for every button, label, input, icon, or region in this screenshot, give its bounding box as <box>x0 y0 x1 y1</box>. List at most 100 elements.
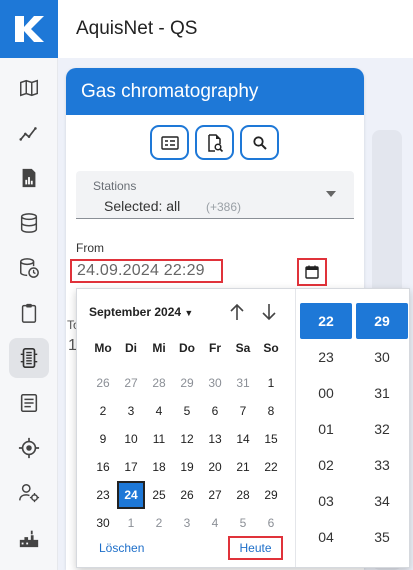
clear-button[interactable]: Löschen <box>99 541 144 555</box>
day-cell[interactable]: 5 <box>173 397 201 425</box>
day-cell[interactable]: 25 <box>145 481 173 509</box>
hour-option[interactable]: 00 <box>300 375 352 411</box>
selected-day-cell[interactable]: 24 <box>117 481 145 509</box>
day-cell[interactable]: 5 <box>229 509 257 537</box>
day-cell[interactable]: 13 <box>201 425 229 453</box>
day-cell[interactable]: 29 <box>257 481 285 509</box>
stations-count: (+386) <box>206 200 242 214</box>
minute-option[interactable]: 32 <box>356 411 408 447</box>
minute-option[interactable]: 33 <box>356 447 408 483</box>
month-year-label: September 2024 <box>89 305 182 319</box>
day-cell[interactable]: 30 <box>89 509 117 537</box>
form-list-icon <box>160 135 179 150</box>
hour-option[interactable]: 04 <box>300 519 352 555</box>
day-cell[interactable]: 22 <box>257 453 285 481</box>
day-cell[interactable]: 14 <box>229 425 257 453</box>
clipboard-icon <box>21 303 37 323</box>
day-cell[interactable]: 20 <box>201 453 229 481</box>
day-cell[interactable]: 17 <box>117 453 145 481</box>
minute-option[interactable]: 30 <box>356 339 408 375</box>
map-icon <box>20 79 38 97</box>
app-header: AquisNet - QS <box>0 0 413 58</box>
sidebar-item-clipboard[interactable] <box>9 293 49 333</box>
day-cell[interactable]: 21 <box>229 453 257 481</box>
arrow-up-icon <box>230 303 244 320</box>
sidebar-item-chromatography[interactable] <box>9 338 49 378</box>
weekday-label: Fr <box>209 341 221 355</box>
day-cell[interactable]: 19 <box>173 453 201 481</box>
calendar-week-row: 2345678 <box>89 397 285 425</box>
day-cell[interactable]: 28 <box>229 481 257 509</box>
minute-option[interactable]: 31 <box>356 375 408 411</box>
calendar-week-row: 9 10 11 12 13 14 15 <box>89 425 285 453</box>
next-month-button[interactable] <box>258 301 280 323</box>
day-cell[interactable]: 8 <box>257 397 285 425</box>
sidebar-item-map[interactable] <box>9 68 49 108</box>
day-cell[interactable]: 2 <box>89 397 117 425</box>
day-cell[interactable]: 31 <box>229 369 257 397</box>
day-cell[interactable]: 6 <box>257 509 285 537</box>
user-settings-icon <box>19 484 40 503</box>
app-logo[interactable] <box>0 0 58 58</box>
day-cell[interactable]: 9 <box>89 425 117 453</box>
minute-option-selected[interactable]: 29 <box>356 303 408 339</box>
sidebar-item-user-settings[interactable] <box>9 473 49 513</box>
day-cell[interactable]: 4 <box>201 509 229 537</box>
day-cell[interactable]: 3 <box>173 509 201 537</box>
day-cell[interactable]: 10 <box>117 425 145 453</box>
previous-month-button[interactable] <box>226 301 248 323</box>
search-button[interactable] <box>240 125 279 160</box>
app-root: AquisNet - QS Gas chromatography Station… <box>0 0 413 570</box>
day-cell[interactable]: 30 <box>201 369 229 397</box>
stations-value: Selected: all <box>104 198 181 214</box>
weekday-header: Mo Di Mi Do Fr Sa So <box>89 341 285 355</box>
hour-option[interactable]: 23 <box>300 339 352 375</box>
sidebar-item-plant[interactable] <box>9 518 49 558</box>
hour-option[interactable]: 01 <box>300 411 352 447</box>
day-cell[interactable]: 18 <box>145 453 173 481</box>
day-cell[interactable]: 1 <box>257 369 285 397</box>
stations-select[interactable]: Stations Selected: all (+386) <box>76 171 354 219</box>
day-cell[interactable]: 27 <box>117 369 145 397</box>
day-cell[interactable]: 15 <box>257 425 285 453</box>
day-cell[interactable]: 16 <box>89 453 117 481</box>
day-cell[interactable]: 12 <box>173 425 201 453</box>
sidebar-item-report[interactable] <box>9 158 49 198</box>
target-icon <box>18 437 40 459</box>
day-cell[interactable]: 1 <box>117 509 145 537</box>
day-cell[interactable]: 3 <box>117 397 145 425</box>
sidebar-item-trend[interactable] <box>9 113 49 153</box>
arrow-down-icon <box>262 304 276 321</box>
sidebar-item-target[interactable] <box>9 428 49 468</box>
panel-toolbar <box>150 125 279 160</box>
minute-option[interactable]: 34 <box>356 483 408 519</box>
day-cell[interactable]: 11 <box>145 425 173 453</box>
day-cell[interactable]: 2 <box>145 509 173 537</box>
day-cell[interactable]: 29 <box>173 369 201 397</box>
from-date-input[interactable]: 24.09.2024 22:29 <box>70 259 223 283</box>
calendar-week-row: 16 17 18 19 20 21 22 <box>89 453 285 481</box>
day-cell[interactable]: 4 <box>145 397 173 425</box>
day-cell[interactable]: 7 <box>229 397 257 425</box>
datetime-picker-popup: September 2024 ▼ Mo Di Mi Do Fr Sa So 26 27 28 29… <box>76 288 410 568</box>
form-list-button[interactable] <box>150 125 189 160</box>
hour-option-selected[interactable]: 22 <box>300 303 352 339</box>
today-button[interactable]: Heute <box>228 536 283 560</box>
file-search-button[interactable] <box>195 125 234 160</box>
hour-option[interactable]: 02 <box>300 447 352 483</box>
month-year-selector[interactable]: September 2024 ▼ <box>89 305 193 319</box>
day-cell[interactable]: 26 <box>89 369 117 397</box>
hour-option[interactable]: 03 <box>300 483 352 519</box>
sidebar-item-database[interactable] <box>9 203 49 243</box>
calendar-week-row: 23 24 25 26 27 28 29 <box>89 481 285 509</box>
caret-down-icon: ▼ <box>184 308 194 318</box>
sidebar-item-database-history[interactable] <box>9 248 49 288</box>
day-cell[interactable]: 23 <box>89 481 117 509</box>
calendar-button[interactable] <box>297 258 327 286</box>
day-cell[interactable]: 28 <box>145 369 173 397</box>
sidebar-item-document[interactable] <box>9 383 49 423</box>
day-cell[interactable]: 6 <box>201 397 229 425</box>
day-cell[interactable]: 26 <box>173 481 201 509</box>
minute-option[interactable]: 35 <box>356 519 408 555</box>
day-cell[interactable]: 27 <box>201 481 229 509</box>
